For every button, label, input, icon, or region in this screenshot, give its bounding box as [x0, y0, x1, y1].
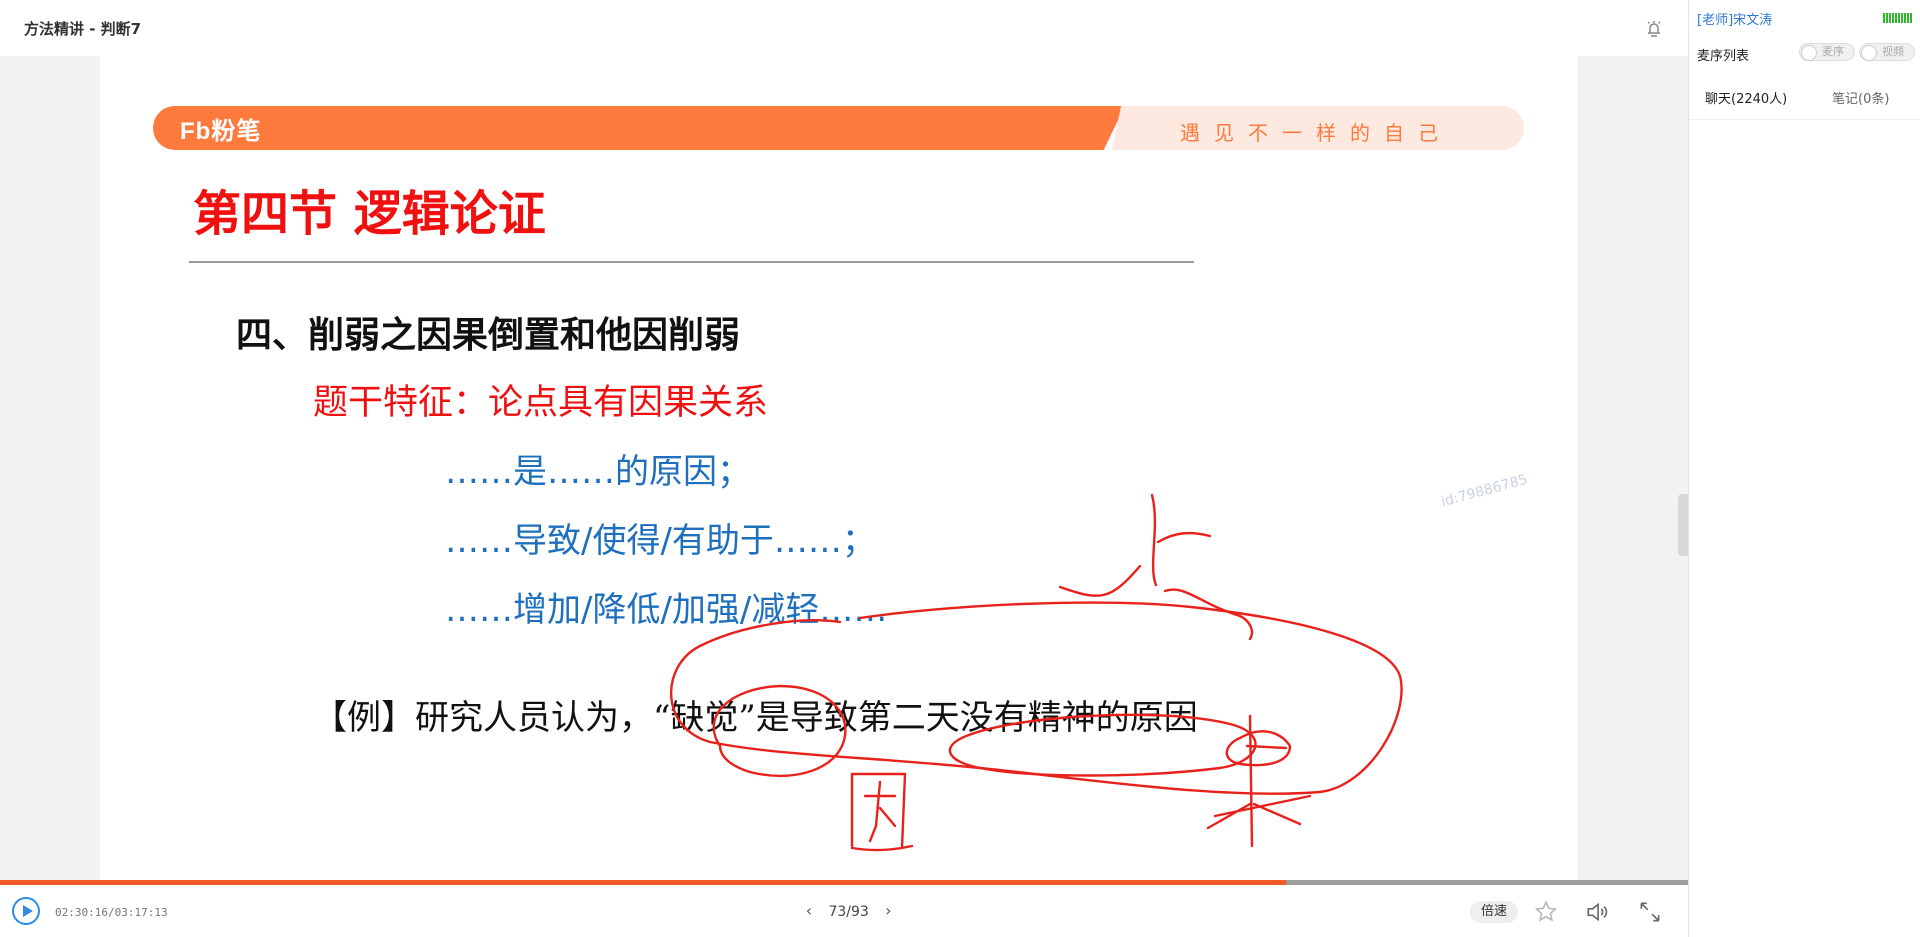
- ink-char-effect: [1206, 714, 1312, 848]
- example-text: 【例】研究人员认为，“缺觉”是导致第二天没有精神的原因: [313, 698, 1198, 738]
- mic-queue-toggle[interactable]: 麦序: [1799, 43, 1855, 61]
- pattern-line: ……增加/降低/加强/减轻……: [445, 590, 888, 630]
- fullscreen-icon[interactable]: [1637, 899, 1663, 925]
- section-title: 第四节 逻辑论证: [193, 186, 546, 242]
- panel-collapse-handle[interactable]: [1678, 494, 1688, 556]
- tab-notes[interactable]: 笔记(0条): [1832, 88, 1889, 107]
- brand-logo: Fb粉笔: [180, 118, 262, 145]
- tab-chat[interactable]: 聊天(2240人): [1705, 88, 1787, 107]
- slide-stage: Fb粉笔 遇见不一样的自己 第四节 逻辑论证 四、削弱之因果倒置和他因削弱 题干…: [0, 56, 1688, 882]
- alarm-bell-icon[interactable]: [1642, 16, 1666, 40]
- pattern-line: ……导致/使得/有助于……；: [445, 521, 876, 561]
- prev-page-icon[interactable]: ‹: [800, 901, 818, 920]
- top-header: 方法精讲 - 判断7: [0, 0, 1688, 56]
- video-toggle[interactable]: 视频: [1859, 43, 1915, 61]
- slide: Fb粉笔 遇见不一样的自己 第四节 逻辑论证 四、削弱之因果倒置和他因削弱 题干…: [100, 56, 1578, 882]
- play-icon[interactable]: [12, 897, 40, 925]
- slide-slogan: 遇见不一样的自己: [1180, 121, 1452, 145]
- signal-icon: [1883, 13, 1912, 23]
- app-root: 方法精讲 - 判断7 Fb粉笔 遇见不一样的自己 第四节 逻辑论证 四、削弱之因…: [0, 0, 1920, 937]
- star-icon[interactable]: [1533, 899, 1559, 925]
- volume-icon[interactable]: [1584, 899, 1610, 925]
- user-watermark: id:79886785: [1439, 471, 1530, 511]
- feature-text: 题干特征：论点具有因果关系: [313, 383, 769, 423]
- ink-stroke-top: [1058, 493, 1254, 641]
- mic-list-label: 麦序列表: [1697, 49, 1750, 64]
- playback-time: 02:30:16/03:17:13: [55, 906, 168, 919]
- speed-button[interactable]: 倍速: [1470, 901, 1518, 923]
- next-page-icon[interactable]: ›: [879, 901, 897, 920]
- page-indicator: 73/93: [828, 904, 869, 920]
- page-navigator: ‹ 73/93 ›: [800, 901, 897, 920]
- lesson-title: 方法精讲 - 判断7: [24, 20, 142, 38]
- control-bar: 02:30:16/03:17:13 ‹ 73/93 › 倍速: [0, 885, 1688, 937]
- slide-banner: [153, 106, 1125, 150]
- pattern-line: ……是……的原因；: [445, 452, 751, 492]
- title-divider: [189, 261, 1194, 263]
- ink-char-cause: [850, 772, 914, 852]
- panel-tabs: 聊天(2240人) 笔记(0条): [1689, 80, 1920, 120]
- slide-heading: 四、削弱之因果倒置和他因削弱: [236, 315, 741, 356]
- side-panel: [老师]宋文涛 麦序列表 麦序 视频 聊天(2240人) 笔记(0条): [1688, 0, 1920, 937]
- teacher-name: [老师]宋文涛: [1697, 13, 1773, 28]
